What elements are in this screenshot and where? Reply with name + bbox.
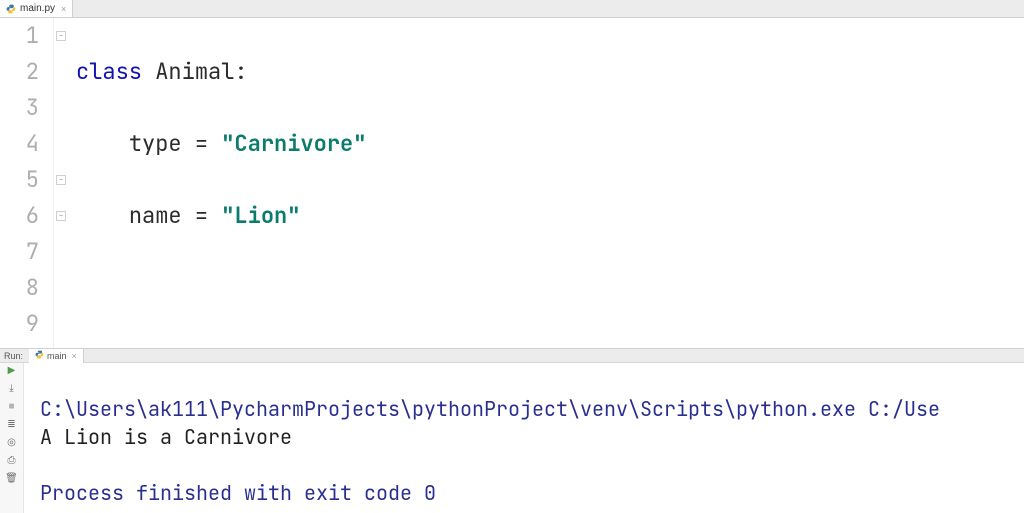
string-literal: "Carnivore" — [221, 129, 366, 158]
indent — [76, 201, 129, 230]
python-file-icon — [6, 4, 16, 14]
fold-gutter: − − − — [54, 18, 72, 348]
code-text: Animal: — [142, 57, 248, 86]
fold-marker-icon[interactable]: − — [56, 175, 66, 185]
keyword-self: self — [340, 345, 393, 348]
code-line[interactable]: class Animal: — [76, 54, 1024, 90]
close-icon[interactable]: × — [72, 351, 77, 361]
string-literal: "Lion" — [221, 201, 300, 230]
indent — [76, 345, 129, 348]
code-text: type = — [129, 129, 221, 158]
line-number: 6 — [0, 198, 39, 234]
print-icon[interactable]: ⎙ — [4, 453, 20, 467]
indent — [76, 129, 129, 158]
fold-marker-icon[interactable]: − — [56, 31, 66, 41]
console-exit-line: Process finished with exit code 0 — [40, 480, 436, 506]
code-line[interactable]: def show_output(self): — [76, 342, 1024, 348]
run-tab-label: main — [47, 351, 67, 361]
console-stdout-line: A Lion is a Carnivore — [40, 424, 292, 450]
method-name: show_output( — [168, 345, 340, 348]
run-toolbar: ▶ ⤓ ■ ≣ ◎ ⎙ 🗑 — [0, 349, 24, 513]
keyword-class: class — [76, 57, 142, 86]
editor-tabbar: main.py × — [0, 0, 1024, 18]
editor-tab-label: main.py — [20, 3, 55, 14]
layout-icon[interactable]: ≣ — [4, 417, 20, 431]
code-line[interactable]: name = "Lion" — [76, 198, 1024, 234]
run-tool-window: Run: main × ▶ ⤓ ■ ≣ ◎ ⎙ 🗑 C:\Users\ak111… — [0, 348, 1024, 513]
line-number: 4 — [0, 126, 39, 162]
console-command-line: C:\Users\ak111\PycharmProjects\pythonPro… — [40, 396, 940, 422]
trash-icon[interactable]: 🗑 — [4, 471, 20, 485]
code-line[interactable]: type = "Carnivore" — [76, 126, 1024, 162]
stop-icon[interactable]: ■ — [4, 399, 20, 413]
play-icon[interactable]: ▶ — [4, 363, 20, 377]
code-text: name = — [129, 201, 221, 230]
step-down-icon[interactable]: ⤓ — [4, 381, 20, 395]
run-label: Run: — [4, 351, 23, 361]
line-number: 3 — [0, 90, 39, 126]
line-number-gutter: 1 2 3 4 5 6 7 8 9 — [0, 18, 54, 348]
close-icon[interactable]: × — [61, 4, 66, 14]
line-number: 9 — [0, 306, 39, 342]
run-tab-main[interactable]: main × — [29, 349, 84, 363]
editor-tab-main[interactable]: main.py × — [0, 0, 73, 17]
fold-marker-icon[interactable]: − — [56, 211, 66, 221]
target-icon[interactable]: ◎ — [4, 435, 20, 449]
code-line[interactable] — [76, 270, 1024, 306]
console-output[interactable]: C:\Users\ak111\PycharmProjects\pythonPro… — [24, 349, 1024, 513]
code-editor[interactable]: 1 2 3 4 5 6 7 8 9 − − − class Animal: ty… — [0, 18, 1024, 348]
line-number: 2 — [0, 54, 39, 90]
code-area[interactable]: class Animal: type = "Carnivore" name = … — [72, 18, 1024, 348]
run-header: Run: main × — [0, 349, 1024, 363]
keyword-def: def — [129, 345, 169, 348]
line-number: 7 — [0, 234, 39, 270]
code-text: ): — [393, 345, 419, 348]
line-number: 1 — [0, 18, 39, 54]
line-number: 5 — [0, 162, 39, 198]
line-number: 8 — [0, 270, 39, 306]
python-run-icon — [35, 350, 44, 361]
